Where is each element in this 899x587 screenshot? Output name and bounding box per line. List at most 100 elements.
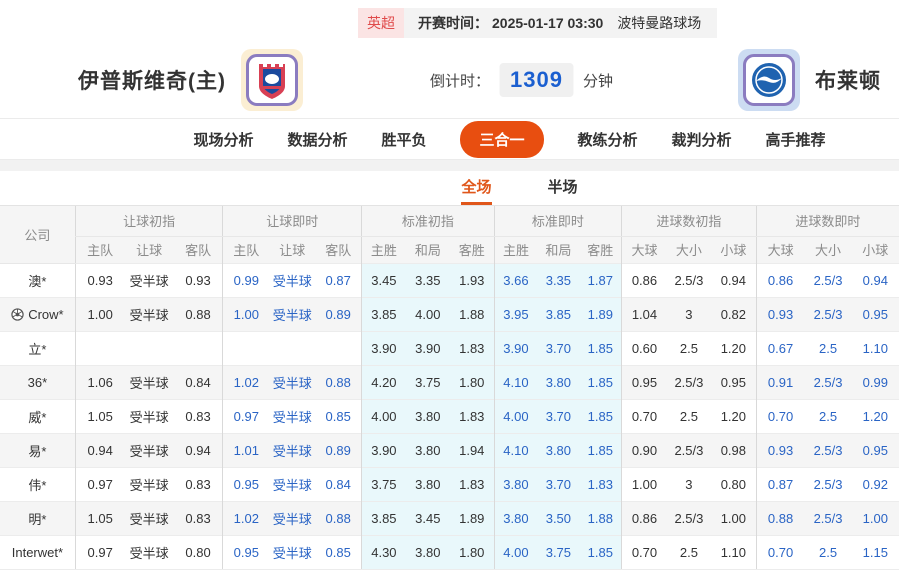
odds-cell: 2.5	[667, 331, 711, 365]
odds-cell: 2.5/3	[804, 263, 851, 297]
col-sub-5-1: 大小	[804, 236, 851, 263]
odds-cell: 0.83	[174, 467, 223, 501]
nav-tab-0[interactable]: 现场分析	[193, 129, 253, 150]
odds-cell: 1.88	[450, 297, 494, 331]
nav-tab-6[interactable]: 高手推荐	[766, 129, 826, 150]
section-divider	[0, 160, 899, 171]
odds-cell: 受半球	[269, 535, 315, 569]
odds-row-0: 澳*0.93受半球0.930.99受半球0.873.453.351.933.66…	[0, 263, 899, 297]
odds-cell: 2.5/3	[804, 467, 851, 501]
company-name[interactable]: 立*	[0, 331, 75, 365]
odds-cell: 3.45	[362, 263, 406, 297]
col-sub-3-0: 主胜	[494, 236, 537, 263]
col-sub-0-0: 主队	[75, 236, 124, 263]
odds-cell: 0.97	[75, 467, 124, 501]
odds-cell: 受半球	[125, 535, 174, 569]
countdown: 倒计时： 1309 分钟	[430, 63, 613, 97]
odds-cell: 1.05	[75, 501, 124, 535]
odds-cell: 0.88	[315, 501, 361, 535]
odds-cell: 0.99	[223, 263, 269, 297]
odds-cell: 1.83	[450, 331, 494, 365]
period-tab-1[interactable]: 半场	[548, 176, 578, 205]
col-sub-2-1: 和局	[406, 236, 450, 263]
odds-cell: 受半球	[269, 297, 315, 331]
odds-cell: 2.5/3	[667, 263, 711, 297]
odds-cell: 2.5	[804, 399, 851, 433]
match-info-bar: 英超 开赛时间： 2025-01-17 03:30 波特曼路球场	[358, 8, 717, 38]
odds-cell: 受半球	[269, 365, 315, 399]
odds-row-4: 威*1.05受半球0.830.97受半球0.854.003.801.834.00…	[0, 399, 899, 433]
odds-cell: 3.75	[406, 365, 450, 399]
odds-row-8: Interwet*0.97受半球0.800.95受半球0.854.303.801…	[0, 535, 899, 569]
odds-cell: 1.00	[223, 297, 269, 331]
odds-cell: 0.89	[315, 433, 361, 467]
odds-cell: 4.30	[362, 535, 406, 569]
kickoff-time-label: 开赛时间：	[418, 13, 488, 33]
odds-cell: 1.85	[579, 331, 621, 365]
odds-row-6: 伟*0.97受半球0.830.95受半球0.843.753.801.833.80…	[0, 467, 899, 501]
soccer-ball-icon	[11, 307, 28, 322]
odds-cell: 0.94	[852, 263, 899, 297]
company-name[interactable]: 澳*	[0, 263, 75, 297]
odds-cell: 3.90	[494, 331, 537, 365]
odds-cell: 1.85	[579, 399, 621, 433]
odds-row-7: 明*1.05受半球0.831.02受半球0.883.853.451.893.80…	[0, 501, 899, 535]
col-sub-0-1: 让球	[125, 236, 174, 263]
nav-tab-1[interactable]: 数据分析	[287, 129, 347, 150]
odds-row-3: 36*1.06受半球0.841.02受半球0.884.203.751.804.1…	[0, 365, 899, 399]
odds-cell: 0.84	[174, 365, 223, 399]
company-name[interactable]: 明*	[0, 501, 75, 535]
odds-row-5: 易*0.94受半球0.941.01受半球0.893.903.801.944.10…	[0, 433, 899, 467]
period-tab-0[interactable]: 全场	[461, 176, 491, 205]
odds-cell: 1.02	[223, 365, 269, 399]
countdown-unit: 分钟	[583, 70, 613, 91]
nav-tab-3[interactable]: 三合一	[460, 121, 543, 158]
company-name[interactable]: Crow*	[0, 297, 75, 331]
odds-cell: 0.86	[756, 263, 804, 297]
odds-cell: 0.95	[852, 297, 899, 331]
odds-cell: 3.35	[406, 263, 450, 297]
odds-cell: 0.91	[756, 365, 804, 399]
odds-cell: 1.83	[579, 467, 621, 501]
odds-cell: 3.80	[537, 365, 579, 399]
odds-cell: 2.5/3	[804, 501, 851, 535]
ipswich-crest-icon	[246, 54, 298, 106]
nav-tab-2[interactable]: 胜平负	[381, 129, 426, 150]
company-name[interactable]: 36*	[0, 365, 75, 399]
company-name[interactable]: 威*	[0, 399, 75, 433]
odds-cell: 1.02	[223, 501, 269, 535]
odds-cell: 1.06	[75, 365, 124, 399]
odds-cell: 3.90	[362, 331, 406, 365]
nav-tab-4[interactable]: 教练分析	[578, 129, 638, 150]
odds-cell: 0.85	[315, 399, 361, 433]
company-name[interactable]: 易*	[0, 433, 75, 467]
odds-cell: 3	[667, 297, 711, 331]
countdown-value: 1309	[499, 63, 574, 97]
odds-cell: 4.00	[494, 399, 537, 433]
odds-cell: 1.85	[579, 365, 621, 399]
company-name[interactable]: Interwet*	[0, 535, 75, 569]
odds-cell: 0.60	[622, 331, 667, 365]
col-sub-4-1: 大小	[667, 236, 711, 263]
odds-cell: 4.20	[362, 365, 406, 399]
odds-cell: 0.93	[756, 433, 804, 467]
odds-cell: 1.88	[579, 501, 621, 535]
odds-cell: 1.87	[579, 263, 621, 297]
venue-name: 波特曼路球场	[617, 13, 701, 33]
odds-cell: 1.00	[852, 501, 899, 535]
company-name[interactable]: 伟*	[0, 467, 75, 501]
nav-tab-5[interactable]: 裁判分析	[672, 129, 732, 150]
odds-cell: 0.97	[75, 535, 124, 569]
nav-tabs: 现场分析 数据分析 胜平负 三合一 教练分析 裁判分析 高手推荐	[0, 118, 899, 160]
home-team-name: 伊普斯维奇(主)	[78, 65, 226, 95]
odds-cell: 1.00	[622, 467, 667, 501]
odds-cell: 3.80	[406, 467, 450, 501]
odds-cell: 0.94	[711, 263, 756, 297]
odds-cell	[125, 331, 174, 365]
away-team-logo	[738, 49, 800, 111]
odds-cell	[174, 331, 223, 365]
col-sub-0-2: 客队	[174, 236, 223, 263]
odds-cell: 3.75	[362, 467, 406, 501]
odds-cell: 3.80	[406, 399, 450, 433]
odds-cell: 受半球	[125, 365, 174, 399]
